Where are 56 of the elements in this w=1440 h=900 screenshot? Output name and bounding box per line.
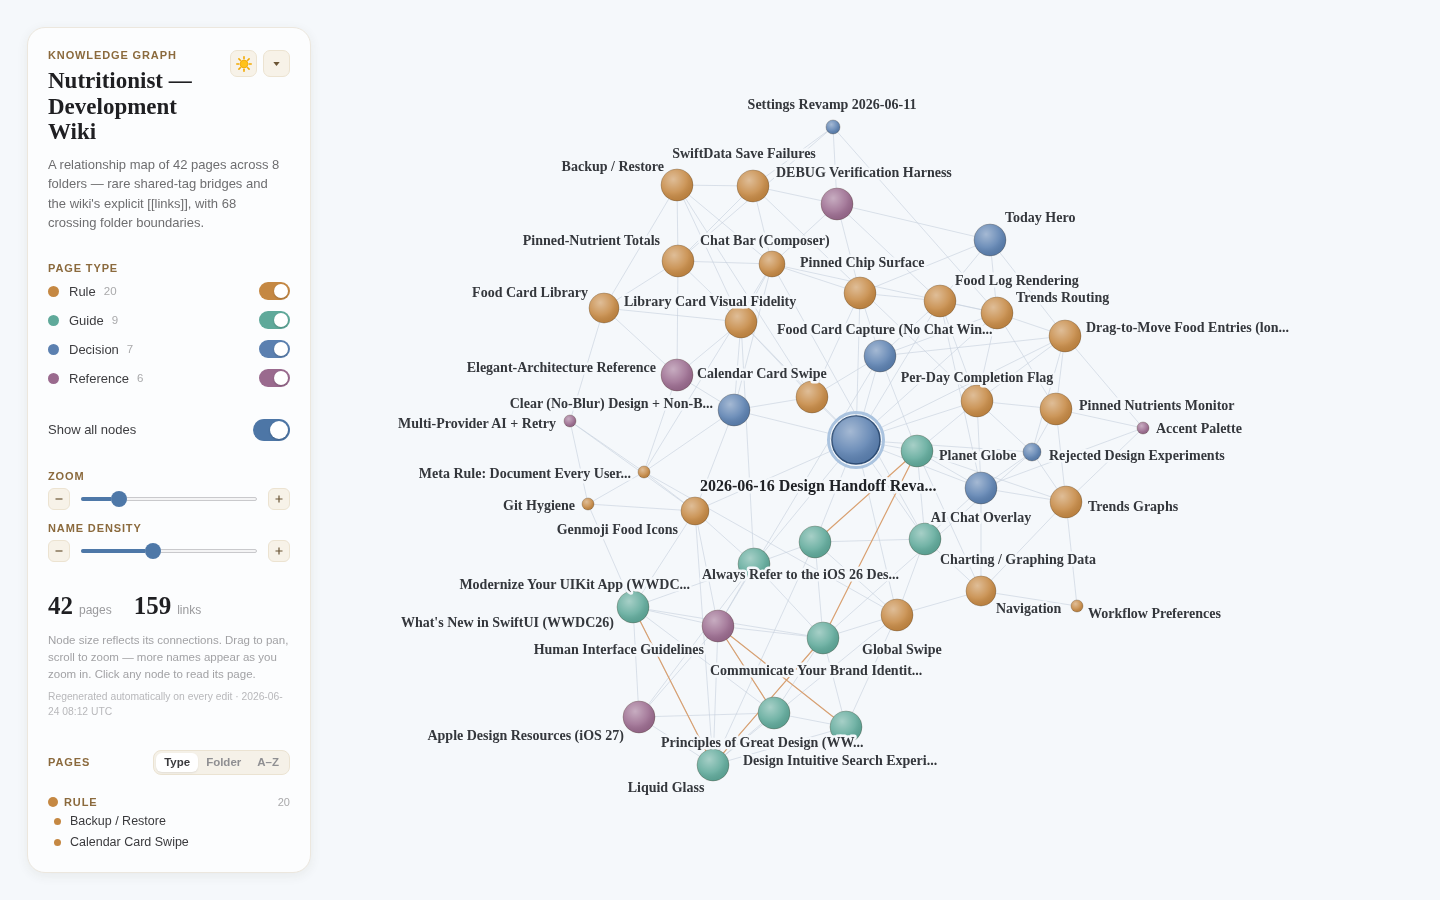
- section-label: PAGES: [48, 755, 91, 769]
- stat-unit: pages: [79, 602, 112, 617]
- group-count: 20: [277, 795, 290, 808]
- toggle-switch[interactable]: [259, 369, 290, 387]
- sun-icon: [235, 55, 252, 72]
- node-label: What's New in SwiftUI (WWDC26): [400, 614, 614, 630]
- node-label: Multi-Provider AI + Retry: [398, 415, 556, 431]
- dot-icon: [54, 817, 61, 825]
- legend-count: 6: [137, 372, 144, 384]
- node-label: Git Hygiene: [503, 497, 575, 513]
- stat-unit: links: [177, 602, 202, 617]
- section-label: PAGE TYPE: [48, 260, 120, 275]
- legend-count: 7: [126, 343, 134, 355]
- node-label: Settings Revamp 2026-06-11: [747, 96, 917, 112]
- plus-icon: [275, 494, 283, 503]
- description-text: A relationship map of 42 pages across 8 folders — rare shared-tag bridges and the wiki's explicit [[links]], with 68 crossing folder boundaries.: [48, 155, 281, 232]
- stat-value: 42: [48, 591, 73, 620]
- minus-button[interactable]: [48, 487, 70, 510]
- setting-label: Show all nodes: [48, 422, 137, 437]
- node-label: Accent Palette: [1156, 420, 1242, 436]
- caret-icon: [273, 61, 280, 66]
- legend-count: 9: [111, 314, 119, 326]
- help-text: Node size reflects its connections. Drag to pan, scroll to zoom — more names appear as you zoom in. Click any node to read its page.: [48, 632, 290, 682]
- timestamp-text: Regenerated automatically on every edit · 2026-06-24 08:12 UTC: [48, 689, 284, 719]
- slider-thumb[interactable]: [110, 490, 127, 507]
- legend-label: Reference: [69, 370, 129, 386]
- stat-value: 159: [133, 591, 172, 620]
- toggle-switch[interactable]: [259, 311, 290, 329]
- node-label: Apple Design Resources (iOS 27): [427, 727, 624, 743]
- minus-button[interactable]: [48, 539, 70, 562]
- node-label: Liquid Glass: [627, 779, 705, 795]
- dot-icon: [48, 796, 58, 807]
- legend-label: Rule: [69, 283, 96, 299]
- segment-tab[interactable]: Type: [156, 752, 199, 772]
- group-label: RULE: [64, 795, 98, 808]
- wiki-title: Nutritionist — Development Wiki: [48, 68, 193, 145]
- legend-count: 20: [103, 285, 117, 297]
- toggle-switch[interactable]: [259, 282, 290, 300]
- node-label: Meta Rule: Document Every User...: [418, 465, 631, 481]
- plus-icon: [275, 546, 283, 555]
- toggle-switch[interactable]: [259, 340, 290, 358]
- legend-label: Guide: [69, 312, 104, 328]
- legend-label: Decision: [69, 341, 119, 357]
- toggle-switch[interactable]: [253, 418, 290, 441]
- slider-label: ZOOM: [48, 468, 86, 483]
- section-label: KNOWLEDGE GRAPH: [48, 48, 178, 62]
- page-list-item[interactable]: Backup / Restore: [54, 810, 166, 832]
- plus-button[interactable]: [268, 487, 290, 510]
- slider-label: NAME DENSITY: [48, 520, 143, 535]
- plus-button[interactable]: [268, 539, 290, 562]
- node-label: Food Card Library: [472, 284, 588, 300]
- theme-button[interactable]: [230, 50, 257, 77]
- page-list-item[interactable]: Calendar Card Swipe: [54, 831, 189, 853]
- dot-icon: [54, 838, 61, 846]
- slider-thumb[interactable]: [145, 542, 162, 559]
- node-label: Drag-to-Move Food Entries (lon...: [1086, 319, 1289, 335]
